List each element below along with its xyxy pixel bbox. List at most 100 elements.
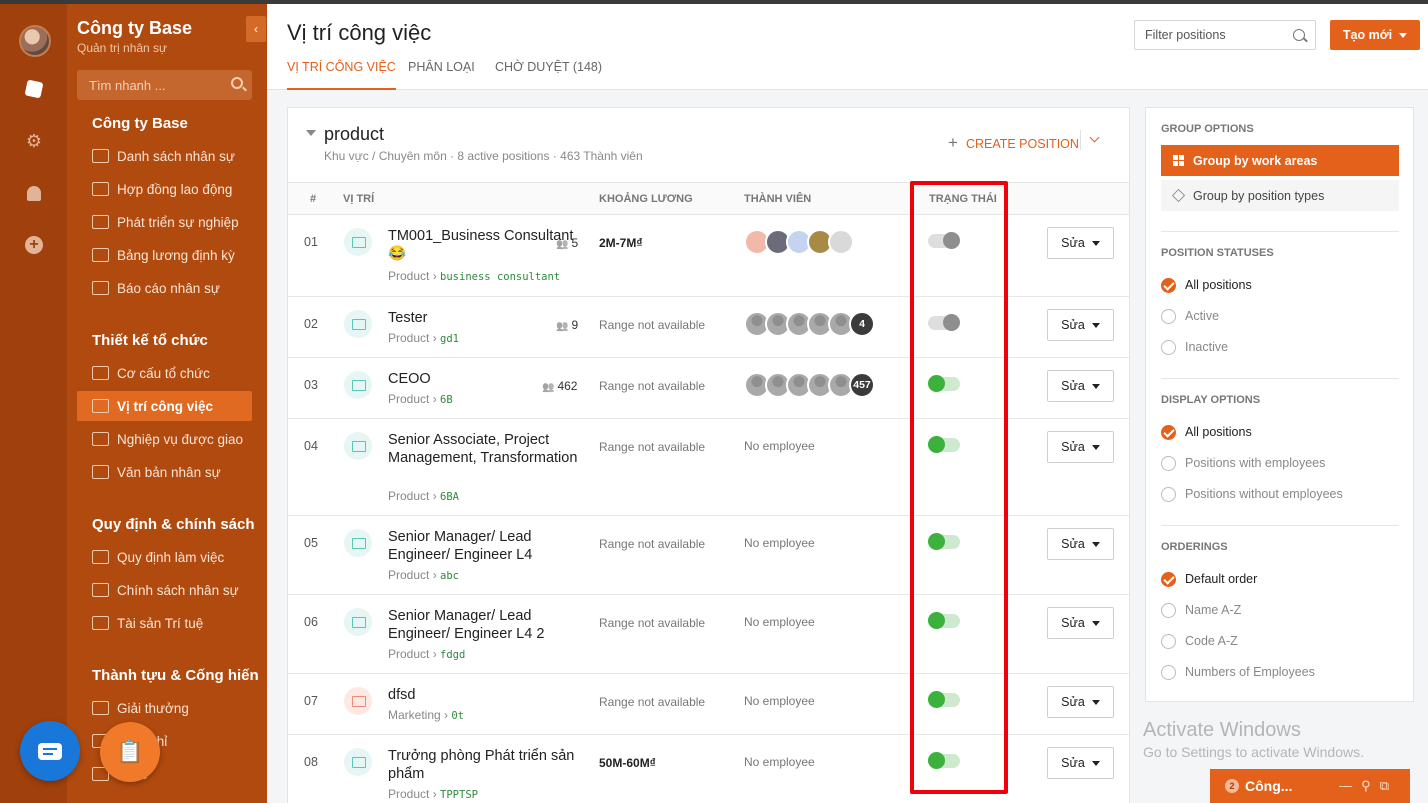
- edit-label: Sửa: [1061, 756, 1085, 770]
- quick-search-input[interactable]: Tìm nhanh ...: [77, 70, 252, 100]
- edit-button[interactable]: Sửa: [1047, 431, 1114, 463]
- option-label: Group by work areas: [1193, 153, 1318, 168]
- settings-gear-icon[interactable]: ⚙: [23, 130, 45, 152]
- status-toggle[interactable]: [928, 314, 960, 331]
- nav-item-hop-dong[interactable]: Hợp đồng lao động: [77, 174, 252, 204]
- rules-book-icon: [92, 550, 109, 564]
- edit-label: Sửa: [1061, 440, 1085, 454]
- user-avatar[interactable]: [19, 25, 51, 57]
- group-by-position-types-button[interactable]: Group by position types: [1161, 180, 1399, 211]
- edit-button[interactable]: Sửa: [1047, 607, 1114, 639]
- status-toggle[interactable]: [928, 691, 960, 708]
- nav-label: Phát triển sự nghiệp: [117, 214, 239, 230]
- nav-item-vi-tri-cong-viec[interactable]: Vị trí công việc: [77, 391, 252, 421]
- order-code-radio[interactable]: Code A-Z: [1161, 632, 1238, 650]
- folder-icon: [92, 465, 109, 479]
- chat-window-bar[interactable]: 2 Công... —⚲⧉: [1210, 769, 1410, 803]
- status-toggle[interactable]: [928, 752, 960, 769]
- status-all-radio[interactable]: All positions: [1161, 276, 1252, 294]
- table-row: 07 dfsd Marketing › 0t Range not availab…: [288, 674, 1129, 735]
- nav-item-phat-trien[interactable]: Phát triển sự nghiệp: [77, 207, 252, 237]
- add-circle-icon[interactable]: +: [23, 234, 45, 256]
- nav-item-nghiep-vu[interactable]: Nghiệp vụ được giao: [77, 424, 252, 454]
- search-icon[interactable]: ⚲: [1361, 778, 1380, 793]
- nav-item-bang-luong[interactable]: Bảng lương định kỳ: [77, 240, 252, 270]
- edit-button[interactable]: Sửa: [1047, 686, 1114, 718]
- radio-icon: [1161, 455, 1176, 471]
- more-members-badge[interactable]: 457: [849, 372, 875, 398]
- nav-label: Chính sách nhân sự: [117, 582, 239, 598]
- group-by-work-areas-button[interactable]: Group by work areas: [1161, 145, 1399, 176]
- chevron-down-icon[interactable]: [1089, 132, 1100, 143]
- display-all-radio[interactable]: All positions: [1161, 423, 1252, 441]
- caret-down-icon: [1399, 32, 1408, 38]
- no-employee-text: No employee: [744, 694, 815, 708]
- nav-item-van-ban[interactable]: Văn bản nhân sự: [77, 457, 252, 487]
- collapse-sidebar-button[interactable]: ‹: [246, 16, 266, 42]
- member-avatars[interactable]: [744, 229, 854, 255]
- status-toggle[interactable]: [928, 436, 960, 453]
- page-header: Vị trí công việc VỊ TRÍ CÔNG VIỆC PHÂN L…: [267, 4, 1428, 90]
- task-fab-button[interactable]: 📋: [100, 722, 160, 782]
- caret-down-icon: [1091, 240, 1100, 246]
- nav-item-tai-san[interactable]: Tài sản Trí tuệ: [77, 608, 252, 638]
- tab-phan-loai[interactable]: PHÂN LOẠI: [408, 60, 475, 90]
- create-new-button[interactable]: Tạo mới: [1330, 20, 1420, 50]
- status-toggle[interactable]: [928, 533, 960, 550]
- more-members-badge[interactable]: 4: [849, 311, 875, 337]
- caret-down-icon: [1091, 541, 1100, 547]
- chat-fab-button[interactable]: [20, 721, 80, 781]
- position-name[interactable]: Senior Associate, Project Management, Tr…: [388, 431, 578, 467]
- member-avatars[interactable]: 4: [744, 311, 875, 337]
- nav-item-chinh-sach[interactable]: Chính sách nhân sự: [77, 575, 252, 605]
- filter-positions-input[interactable]: Filter positions: [1134, 20, 1316, 50]
- app-logo-icon[interactable]: [23, 78, 45, 100]
- no-employee-text: No employee: [744, 755, 815, 769]
- tab-vi-tri-cong-viec[interactable]: VỊ TRÍ CÔNG VIỆC: [287, 60, 396, 90]
- no-employee-text: No employee: [744, 615, 815, 629]
- nav-item-quy-dinh[interactable]: Quy định làm việc: [77, 542, 252, 572]
- popout-icon[interactable]: ⧉: [1380, 778, 1398, 793]
- order-name-radio[interactable]: Name A-Z: [1161, 601, 1241, 619]
- position-name[interactable]: Trưởng phòng Phát triển sản phẩm: [388, 747, 578, 783]
- nav-item-co-cau[interactable]: Cơ cấu tổ chức: [77, 358, 252, 388]
- status-toggle[interactable]: [928, 375, 960, 392]
- member-avatars[interactable]: 457: [744, 372, 875, 398]
- status-toggle[interactable]: [928, 232, 960, 249]
- status-active-radio[interactable]: Active: [1161, 307, 1219, 325]
- nav-item-bao-cao[interactable]: Báo cáo nhân sự: [77, 273, 252, 303]
- grid-icon: [1173, 155, 1184, 166]
- collapse-group-caret-icon[interactable]: [306, 130, 316, 136]
- table-row: 04 Senior Associate, Project Management,…: [288, 419, 1129, 516]
- contract-icon: [92, 182, 109, 196]
- bell-icon[interactable]: [23, 182, 45, 204]
- status-inactive-radio[interactable]: Inactive: [1161, 338, 1228, 356]
- briefcase-icon: [344, 432, 372, 460]
- edit-button[interactable]: Sửa: [1047, 370, 1114, 402]
- display-with-employees-radio[interactable]: Positions with employees: [1161, 454, 1325, 472]
- table-header: # VỊ TRÍ KHOẢNG LƯƠNG THÀNH VIÊN TRẠNG T…: [288, 182, 1129, 215]
- caret-down-icon: [1091, 383, 1100, 389]
- nav-item-giai-thuong[interactable]: Giải thưởng: [77, 693, 252, 723]
- edit-label: Sửa: [1061, 379, 1085, 393]
- order-employees-radio[interactable]: Numbers of Employees: [1161, 663, 1315, 681]
- edit-button[interactable]: Sửa: [1047, 747, 1114, 779]
- edit-button[interactable]: Sửa: [1047, 309, 1114, 341]
- edit-button[interactable]: Sửa: [1047, 528, 1114, 560]
- display-without-employees-radio[interactable]: Positions without employees: [1161, 485, 1343, 503]
- position-name[interactable]: Tester: [388, 309, 578, 327]
- tab-cho-duyet[interactable]: CHỜ DUYỆT (148): [495, 60, 602, 90]
- crown-icon: [92, 701, 109, 715]
- create-position-button[interactable]: + CREATE POSITION: [948, 133, 1079, 153]
- org-chart-icon: [92, 366, 109, 380]
- position-name[interactable]: TM001_Business Consultant 😂: [388, 227, 578, 263]
- status-toggle[interactable]: [928, 612, 960, 629]
- briefcase-icon: [92, 399, 109, 413]
- position-name[interactable]: Senior Manager/ Lead Engineer/ Engineer …: [388, 528, 578, 564]
- minimize-icon[interactable]: —: [1339, 778, 1361, 793]
- position-name[interactable]: Senior Manager/ Lead Engineer/ Engineer …: [388, 607, 578, 643]
- edit-button[interactable]: Sửa: [1047, 227, 1114, 259]
- nav-item-danh-sach-nhan-su[interactable]: Danh sách nhân sự: [77, 141, 252, 171]
- order-default-radio[interactable]: Default order: [1161, 570, 1257, 588]
- position-name[interactable]: dfsd: [388, 686, 578, 704]
